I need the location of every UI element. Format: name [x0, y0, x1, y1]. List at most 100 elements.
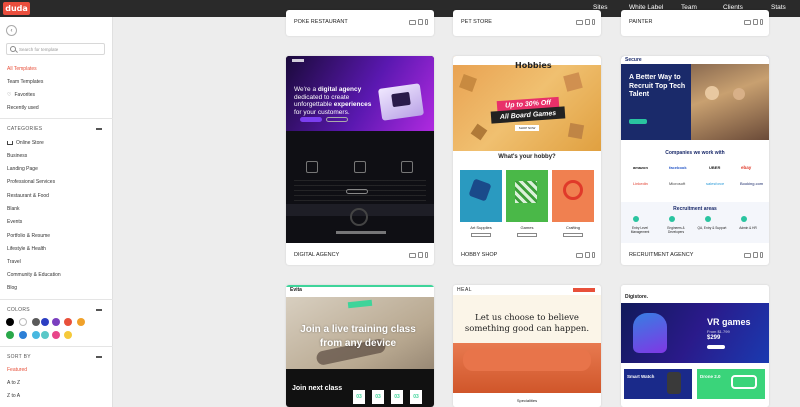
- category-landing-page[interactable]: Landing Page: [7, 166, 38, 172]
- desktop-icon: [744, 20, 751, 25]
- template-card-digital-agency[interactable]: We're a digital agency dedicated to crea…: [286, 56, 434, 265]
- color-swatch-cyan[interactable]: [32, 331, 40, 339]
- category-blog[interactable]: Blog: [7, 285, 17, 291]
- heal-headline: Let us choose to believe something good …: [464, 313, 590, 334]
- sidebar-item-all-templates[interactable]: All Templates: [7, 66, 37, 72]
- device-preview-icons: [576, 252, 595, 258]
- template-thumbnail: HEAL Let us choose to believe something …: [453, 285, 601, 407]
- tablet-icon: [753, 252, 758, 258]
- sort-z-to-a[interactable]: Z to A: [7, 393, 20, 399]
- sidebar-item-favorites[interactable]: ♡ Favorites: [7, 92, 35, 98]
- hobby-promo-2: All Board Games: [499, 109, 557, 121]
- duda-logo[interactable]: duda: [3, 2, 30, 15]
- search-icon: [10, 46, 16, 52]
- template-card-painter[interactable]: PAINTER: [621, 10, 769, 36]
- sidebar-item-recently-used[interactable]: Recently used: [7, 105, 39, 111]
- tablet-icon: [585, 19, 590, 25]
- device-preview-icons: [576, 19, 595, 25]
- phone-icon: [592, 19, 595, 25]
- template-card-poke-restaurant[interactable]: POKE RESTAURANT: [286, 10, 434, 36]
- template-thumbnail: Digistore. VR games From $1.799 $299 Sma…: [621, 285, 769, 407]
- hobby-brand: Hobbies: [515, 61, 552, 70]
- desktop-icon: [576, 20, 583, 25]
- category-community-education[interactable]: Community & Education: [7, 272, 61, 278]
- color-swatch-black[interactable]: [6, 318, 14, 326]
- template-name: DIGITAL AGENCY: [294, 252, 340, 258]
- categories-heading: CATEGORIES: [7, 126, 43, 132]
- collapse-colors-icon[interactable]: [96, 309, 102, 311]
- category-professional-services[interactable]: Professional Services: [7, 179, 55, 185]
- color-swatch-gray[interactable]: [32, 318, 40, 326]
- collapse-categories-icon[interactable]: [96, 128, 102, 130]
- template-card-pet-store[interactable]: PET STORE: [453, 10, 601, 36]
- tablet-icon: [753, 19, 758, 25]
- recruit-areas-title: Recruitment areas: [673, 206, 717, 212]
- template-card-recruitment-agency[interactable]: Secure A Better Way to Recruit Top Tech …: [621, 56, 769, 265]
- heart-icon: ♡: [7, 92, 12, 98]
- template-thumbnail: Evita Join a live training class from an…: [286, 285, 434, 407]
- color-swatch-red[interactable]: [64, 318, 72, 326]
- tablet-icon: [418, 252, 423, 258]
- sidebar-item-team-templates[interactable]: Team Templates: [7, 79, 43, 85]
- nav-stats[interactable]: Stats: [771, 4, 786, 11]
- recruit-companies-title: Companies we work with: [665, 150, 725, 156]
- divider: [0, 118, 113, 119]
- digistore-headline: VR games: [707, 317, 751, 327]
- phone-icon: [592, 252, 595, 258]
- color-swatch-green[interactable]: [6, 331, 14, 339]
- template-thumbnail: Hobbies Up to 30% Off All Board Games SH…: [453, 56, 601, 243]
- category-restaurant-food[interactable]: Restaurant & Food: [7, 193, 49, 199]
- template-name: POKE RESTAURANT: [294, 19, 348, 25]
- desktop-icon: [576, 253, 583, 258]
- category-events[interactable]: Events: [7, 219, 22, 225]
- phone-icon: [425, 19, 428, 25]
- device-preview-icons: [409, 19, 428, 25]
- divider: [0, 299, 113, 300]
- category-portfolio-resume[interactable]: Portfolio & Resume: [7, 233, 50, 239]
- sidebar: ‹ All Templates Team Templates ♡Favorite…: [0, 17, 113, 407]
- color-swatch-white[interactable]: [19, 318, 27, 326]
- device-preview-icons: [744, 252, 763, 258]
- tablet-icon: [418, 19, 423, 25]
- device-preview-icons: [409, 252, 428, 258]
- sort-featured[interactable]: Featured: [7, 367, 27, 373]
- collapse-sort-icon[interactable]: [96, 356, 102, 358]
- desktop-icon: [409, 20, 416, 25]
- sort-a-to-z[interactable]: A to Z: [7, 380, 20, 386]
- template-card-fitness[interactable]: Evita Join a live training class from an…: [286, 285, 434, 407]
- color-swatch-blue[interactable]: [41, 318, 49, 326]
- template-card-digistore[interactable]: Digistore. VR games From $1.799 $299 Sma…: [621, 285, 769, 407]
- template-name: HOBBY SHOP: [461, 252, 498, 258]
- color-swatch-purple[interactable]: [52, 318, 60, 326]
- category-travel[interactable]: Travel: [7, 259, 21, 265]
- search-input[interactable]: [19, 46, 99, 52]
- color-swatch-light-blue[interactable]: [19, 331, 27, 339]
- phone-icon: [425, 252, 428, 258]
- category-online-store[interactable]: Online Store: [7, 140, 44, 146]
- color-swatch-yellow[interactable]: [64, 331, 72, 339]
- fitness-brand: Evita: [290, 287, 302, 293]
- fitness-next-class: Join next class: [292, 385, 343, 392]
- recruit-headline: A Better Way to Recruit Top Tech Talent: [629, 74, 686, 98]
- color-swatch-pink[interactable]: [52, 331, 60, 339]
- divider: [0, 346, 113, 347]
- template-name: PET STORE: [461, 19, 492, 25]
- recruit-brand: Secure: [625, 57, 642, 63]
- category-business[interactable]: Business: [7, 153, 27, 159]
- heal-footer: Specialities: [516, 398, 538, 403]
- phone-icon: [760, 19, 763, 25]
- category-blank[interactable]: Blank: [7, 206, 20, 212]
- template-search[interactable]: [6, 43, 105, 55]
- color-swatch-teal[interactable]: [41, 331, 49, 339]
- cart-icon: [7, 140, 13, 145]
- color-swatch-orange[interactable]: [77, 318, 85, 326]
- digistore-brand: Digistore.: [625, 294, 649, 300]
- template-thumbnail: We're a digital agency dedicated to crea…: [286, 56, 434, 243]
- template-card-heal[interactable]: HEAL Let us choose to believe something …: [453, 285, 601, 407]
- template-card-hobby-shop[interactable]: Hobbies Up to 30% Off All Board Games SH…: [453, 56, 601, 265]
- hobby-shop-button: SHOP NOW: [515, 125, 539, 131]
- sort-heading: SORT BY: [7, 354, 31, 360]
- category-lifestyle-health[interactable]: Lifestyle & Health: [7, 246, 46, 252]
- chevron-left-icon: ‹: [10, 27, 13, 34]
- back-button[interactable]: ‹: [6, 25, 17, 36]
